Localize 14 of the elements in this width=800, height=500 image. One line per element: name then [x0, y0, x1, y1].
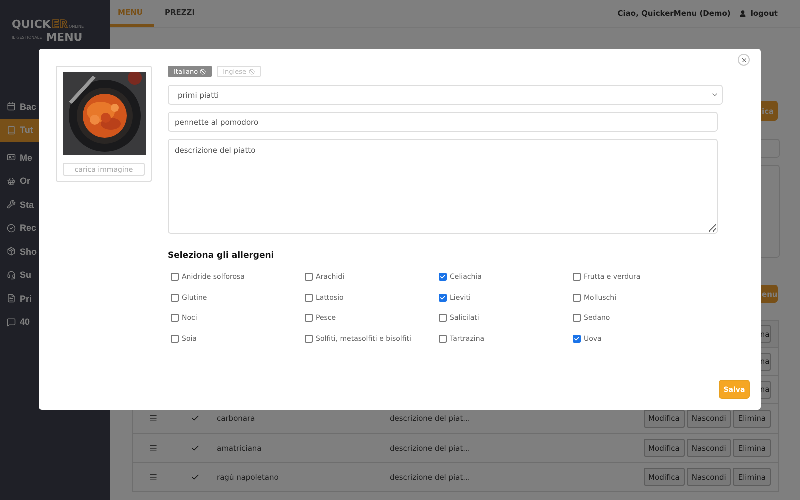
logo-text: MENU [46, 32, 83, 43]
sidebar-label: Tut [20, 125, 34, 136]
sidebar-label: Bac [20, 102, 37, 112]
sidebar-label: Su [20, 270, 32, 280]
section-title: Seleziona gli allergeni [168, 251, 276, 261]
sidebar-label: Pri [20, 294, 32, 304]
sidebar-label: Rec [20, 223, 37, 234]
sidebar-label: Or [20, 176, 31, 186]
logo-text: ER [52, 19, 68, 30]
sidebar-label: Sta [20, 200, 34, 210]
sidebar-label: 40 [20, 317, 30, 328]
sidebar-label: Me [20, 152, 33, 163]
logo-text: QUICK [12, 19, 51, 30]
sidebar-label: Sho [20, 246, 37, 257]
